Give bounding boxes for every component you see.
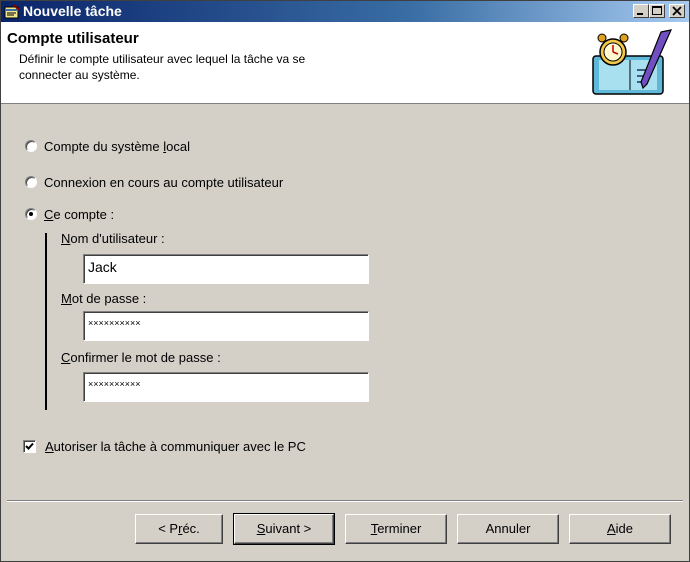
- checkmark-icon: [25, 442, 34, 450]
- label-text: onfirmer le mot de passe :: [70, 350, 221, 365]
- radio-local-system-label[interactable]: Compte du système local: [44, 139, 190, 154]
- confirm-password-input[interactable]: ××××××××××: [83, 372, 369, 402]
- close-icon: [672, 6, 682, 16]
- radio-selected-dot: [29, 212, 33, 216]
- page-title: Compte utilisateur: [7, 30, 139, 47]
- page-subtitle: Définir le compte utilisateur avec leque…: [19, 51, 399, 83]
- accel-key: C: [61, 350, 71, 365]
- label-text: e compte :: [53, 207, 115, 222]
- accel-key: A: [606, 521, 616, 536]
- help-button[interactable]: Aide: [569, 514, 671, 544]
- radio-this-account-label[interactable]: Ce compte :: [44, 207, 114, 222]
- username-input[interactable]: Jack: [83, 254, 369, 284]
- maximize-button[interactable]: [649, 4, 665, 18]
- accel-key: A: [45, 439, 54, 454]
- radio-local-system[interactable]: [25, 140, 37, 152]
- label-text: < P: [158, 521, 179, 536]
- cancel-button[interactable]: Annuler: [457, 514, 559, 544]
- password-input[interactable]: ××××××××××: [83, 311, 369, 341]
- label-text: erminer: [377, 521, 422, 536]
- label-text: uivant >: [265, 521, 312, 536]
- allow-communication-label[interactable]: Autoriser la tâche à communiquer avec le…: [45, 439, 306, 454]
- finish-button[interactable]: Terminer: [345, 514, 447, 544]
- label-text: éc.: [182, 521, 200, 536]
- confirm-password-label: Confirmer le mot de passe :: [61, 350, 221, 365]
- subtitle-line-1: Définir le compte utilisateur avec leque…: [19, 52, 306, 66]
- label-text: utoriser la tâche à communiquer avec le …: [53, 439, 306, 454]
- accel-key: M: [61, 291, 72, 306]
- previous-button[interactable]: < Préc.: [135, 514, 223, 544]
- minimize-button[interactable]: [633, 4, 649, 18]
- password-label: Mot de passe :: [61, 291, 146, 306]
- allow-communication-checkbox[interactable]: [23, 440, 36, 453]
- label-text: ide: [615, 521, 634, 536]
- close-button[interactable]: [669, 4, 685, 18]
- subtitle-line-2: connecter au système.: [19, 68, 140, 82]
- accel-key: N: [61, 231, 71, 246]
- label-text: Compte du système: [44, 139, 164, 154]
- radio-current-user-label[interactable]: Connexion en cours au compte utilisateur: [44, 175, 283, 190]
- username-label: Nom d'utilisateur :: [61, 231, 165, 246]
- window-title: Nouvelle tâche: [23, 3, 122, 19]
- label-text: ot de passe :: [71, 291, 147, 306]
- radio-this-account[interactable]: [25, 208, 37, 220]
- task-icon: [4, 4, 20, 19]
- account-group-line: [45, 233, 47, 410]
- minimize-icon: [637, 13, 643, 15]
- wizard-header: Compte utilisateur Définir le compte uti…: [1, 22, 689, 104]
- label-text: ocal: [166, 139, 190, 154]
- maximize-icon: [652, 6, 662, 15]
- radio-current-user[interactable]: [25, 176, 37, 188]
- footer-separator: [7, 500, 683, 502]
- wizard-window: Nouvelle tâche Compte utilisateur Défini…: [0, 0, 690, 562]
- accel-key: C: [44, 207, 54, 222]
- next-button[interactable]: Suivant >: [233, 513, 335, 545]
- label-text: om d'utilisateur :: [70, 231, 165, 246]
- title-bar[interactable]: Nouvelle tâche: [1, 1, 689, 22]
- scheduled-task-icon: [592, 29, 673, 95]
